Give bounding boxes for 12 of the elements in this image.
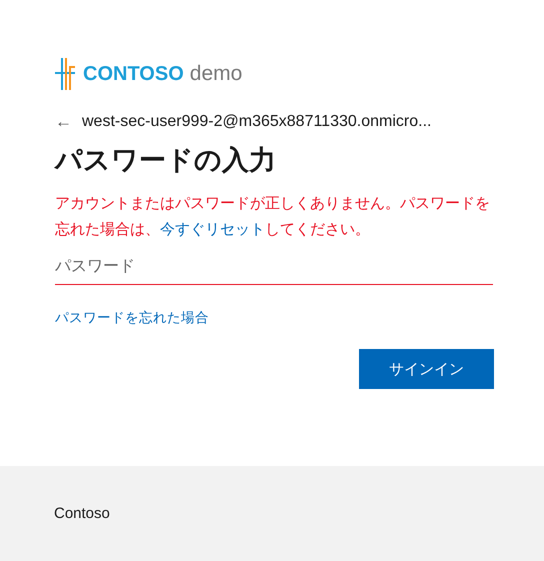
logo-icon	[55, 58, 75, 90]
sign-in-button[interactable]: サインイン	[359, 349, 494, 389]
page-title: パスワードの入力	[55, 144, 277, 178]
account-email: west-sec-user999-2@m365x88711330.onmicro...	[82, 113, 432, 131]
footer-text: Contoso	[54, 505, 110, 522]
password-field[interactable]: パスワード	[55, 250, 493, 285]
logo-brand: CONTOSO	[83, 62, 184, 86]
back-button[interactable]: ←	[55, 112, 72, 132]
logo-suffix: demo	[190, 62, 242, 86]
forgot-password-link[interactable]: パスワードを忘れた場合	[55, 309, 209, 327]
error-message: アカウントまたはパスワードが正しくありません。パスワードを忘れた場合は、今すぐリセット してください。	[55, 193, 491, 240]
reset-link[interactable]: 今すぐリセット	[160, 220, 265, 238]
